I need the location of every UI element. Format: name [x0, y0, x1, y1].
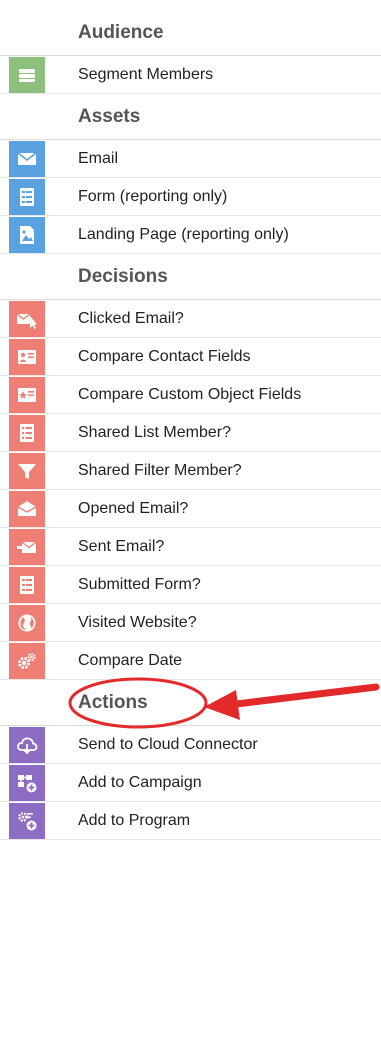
cloud-icon [9, 727, 45, 763]
palette-item-label: Email [78, 150, 119, 167]
palette-item-email[interactable]: Email [0, 140, 381, 178]
palette-item-label: Send to Cloud Connector [78, 736, 258, 753]
clicked-email-icon [9, 301, 45, 337]
list-icon [9, 415, 45, 451]
segment-members-icon [9, 57, 45, 93]
submitted-form-icon [9, 567, 45, 603]
palette-item-label: Sent Email? [78, 538, 165, 555]
section-header-audience: Audience [0, 10, 381, 56]
palette-item-opened-email[interactable]: Opened Email? [0, 490, 381, 528]
palette-item-label: Opened Email? [78, 500, 189, 517]
palette-item-form[interactable]: Form (reporting only) [0, 178, 381, 216]
palette-item-label: Form (reporting only) [78, 188, 228, 205]
palette-item-add-to-program[interactable]: Add to Program [0, 802, 381, 840]
section-header-actions: Actions [0, 680, 381, 726]
step-palette: Audience Segment Members Assets Email Fo… [0, 0, 381, 1041]
section-header-assets: Assets [0, 94, 381, 140]
palette-item-shared-filter-member[interactable]: Shared Filter Member? [0, 452, 381, 490]
palette-item-add-to-campaign[interactable]: Add to Campaign [0, 764, 381, 802]
landing-page-icon [9, 217, 45, 253]
form-icon [9, 179, 45, 215]
globe-icon [9, 605, 45, 641]
palette-item-segment-members[interactable]: Segment Members [0, 56, 381, 94]
palette-item-label: Compare Custom Object Fields [78, 386, 302, 403]
palette-item-compare-custom-object-fields[interactable]: Compare Custom Object Fields [0, 376, 381, 414]
add-to-campaign-icon [9, 765, 45, 801]
palette-item-label: Compare Date [78, 652, 183, 669]
palette-item-shared-list-member[interactable]: Shared List Member? [0, 414, 381, 452]
palette-item-label: Visited Website? [78, 614, 197, 631]
palette-item-label: Shared List Member? [78, 424, 231, 441]
palette-item-label: Clicked Email? [78, 310, 184, 327]
section-title: Audience [78, 22, 164, 43]
palette-item-visited-website[interactable]: Visited Website? [0, 604, 381, 642]
contact-card-icon [9, 339, 45, 375]
palette-item-clicked-email[interactable]: Clicked Email? [0, 300, 381, 338]
sent-email-icon [9, 529, 45, 565]
palette-item-compare-contact-fields[interactable]: Compare Contact Fields [0, 338, 381, 376]
email-icon [9, 141, 45, 177]
section-header-decisions: Decisions [0, 254, 381, 300]
palette-item-submitted-form[interactable]: Submitted Form? [0, 566, 381, 604]
palette-item-label: Landing Page (reporting only) [78, 226, 289, 243]
add-to-program-icon [9, 803, 45, 839]
section-title: Actions [78, 692, 148, 713]
gears-icon [9, 643, 45, 679]
custom-object-card-icon [9, 377, 45, 413]
palette-item-label: Shared Filter Member? [78, 462, 242, 479]
filter-icon [9, 453, 45, 489]
opened-email-icon [9, 491, 45, 527]
palette-item-compare-date[interactable]: Compare Date [0, 642, 381, 680]
palette-item-send-to-cloud-connector[interactable]: Send to Cloud Connector [0, 726, 381, 764]
palette-item-label: Submitted Form? [78, 576, 201, 593]
palette-item-landing-page[interactable]: Landing Page (reporting only) [0, 216, 381, 254]
palette-item-sent-email[interactable]: Sent Email? [0, 528, 381, 566]
section-title: Assets [78, 106, 141, 127]
palette-item-label: Add to Campaign [78, 774, 202, 791]
palette-item-label: Compare Contact Fields [78, 348, 251, 365]
palette-item-label: Segment Members [78, 66, 214, 83]
section-title: Decisions [78, 266, 168, 287]
palette-item-label: Add to Program [78, 812, 191, 829]
